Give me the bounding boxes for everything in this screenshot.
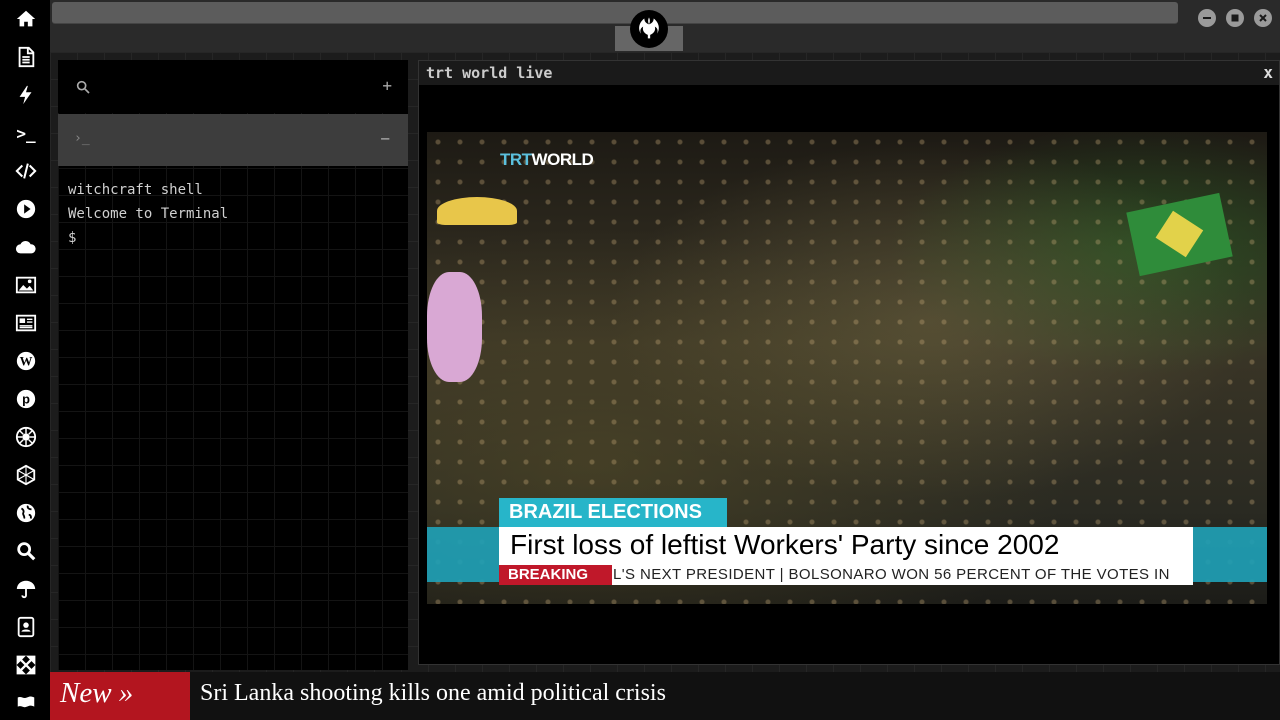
terminal-output[interactable]: witchcraft shell Welcome to Terminal $ <box>68 178 398 250</box>
address-bar[interactable] <box>52 2 1178 24</box>
rebel-alliance-icon[interactable] <box>630 10 668 48</box>
breaking-ticker: BREAKING L'S NEXT PRESIDENT | BOLSONARO … <box>499 565 1193 585</box>
globe-icon[interactable] <box>13 500 39 526</box>
lightning-icon[interactable] <box>13 82 39 108</box>
news-headline[interactable]: Sri Lanka shooting kills one amid politi… <box>200 680 666 707</box>
prompt-icon: ›_ <box>74 131 90 146</box>
balloons-graphic <box>427 272 482 382</box>
empire-icon[interactable] <box>13 424 39 450</box>
search-icon[interactable] <box>13 538 39 564</box>
document-icon[interactable] <box>13 44 39 70</box>
expand-icon[interactable] <box>13 652 39 678</box>
close-video-button[interactable]: x <box>1263 63 1273 82</box>
svg-text:p: p <box>22 392 30 407</box>
top-bar <box>50 0 1280 52</box>
video-title: trt world live <box>426 64 553 82</box>
hexagon-icon[interactable] <box>13 462 39 488</box>
wordpress-icon[interactable]: W <box>13 348 39 374</box>
newspaper-icon[interactable] <box>13 310 39 336</box>
close-window-button[interactable] <box>1254 9 1272 27</box>
terminal-tab[interactable]: ›_ − <box>58 114 408 166</box>
terminal-search-bar[interactable]: + <box>58 60 408 113</box>
maximize-button[interactable] <box>1226 9 1244 27</box>
search-icon <box>76 80 90 94</box>
pinterest-icon[interactable]: p <box>13 386 39 412</box>
news-label-box: New » <box>50 672 190 720</box>
video-headline: First loss of leftist Workers' Party sin… <box>510 529 1060 560</box>
video-player[interactable]: TRTWORLD BRAZIL ELECTIONS First loss of … <box>427 132 1267 604</box>
code-icon[interactable] <box>13 158 39 184</box>
terminal-line: witchcraft shell <box>68 182 203 198</box>
ticker-text: L'S NEXT PRESIDENT | BOLSONARO WON 56 PE… <box>613 566 1170 583</box>
terminal-icon[interactable]: >_ <box>13 120 39 146</box>
add-tab-button[interactable]: + <box>382 76 392 95</box>
contacts-icon[interactable] <box>13 614 39 640</box>
umbrella-icon[interactable] <box>13 576 39 602</box>
video-titlebar: trt world live x <box>419 61 1279 85</box>
minimize-button[interactable] <box>1198 9 1216 27</box>
svg-text:W: W <box>20 355 33 369</box>
news-ticker: New » Sri Lanka shooting kills one amid … <box>50 672 1280 720</box>
cloud-icon[interactable] <box>13 234 39 260</box>
flag-icon[interactable] <box>13 690 39 716</box>
image-icon[interactable] <box>13 272 39 298</box>
home-icon[interactable] <box>13 6 39 32</box>
news-label: New » <box>60 677 134 709</box>
terminal-panel: + ›_ − witchcraft shell Welcome to Termi… <box>58 60 408 670</box>
collapse-tab-button[interactable]: − <box>380 129 390 148</box>
video-window: trt world live x TRTWORLD BRAZIL ELECTIO… <box>418 60 1280 665</box>
channel-logo: TRTWORLD <box>500 150 594 169</box>
umbrella-graphic <box>437 197 517 225</box>
terminal-line: Welcome to Terminal <box>68 206 229 222</box>
topic-label: BRAZIL ELECTIONS <box>509 501 702 523</box>
play-icon[interactable] <box>13 196 39 222</box>
sidebar: >_ W p <box>0 0 50 720</box>
breaking-label: BREAKING <box>508 566 589 583</box>
terminal-prompt: $ <box>68 230 77 246</box>
